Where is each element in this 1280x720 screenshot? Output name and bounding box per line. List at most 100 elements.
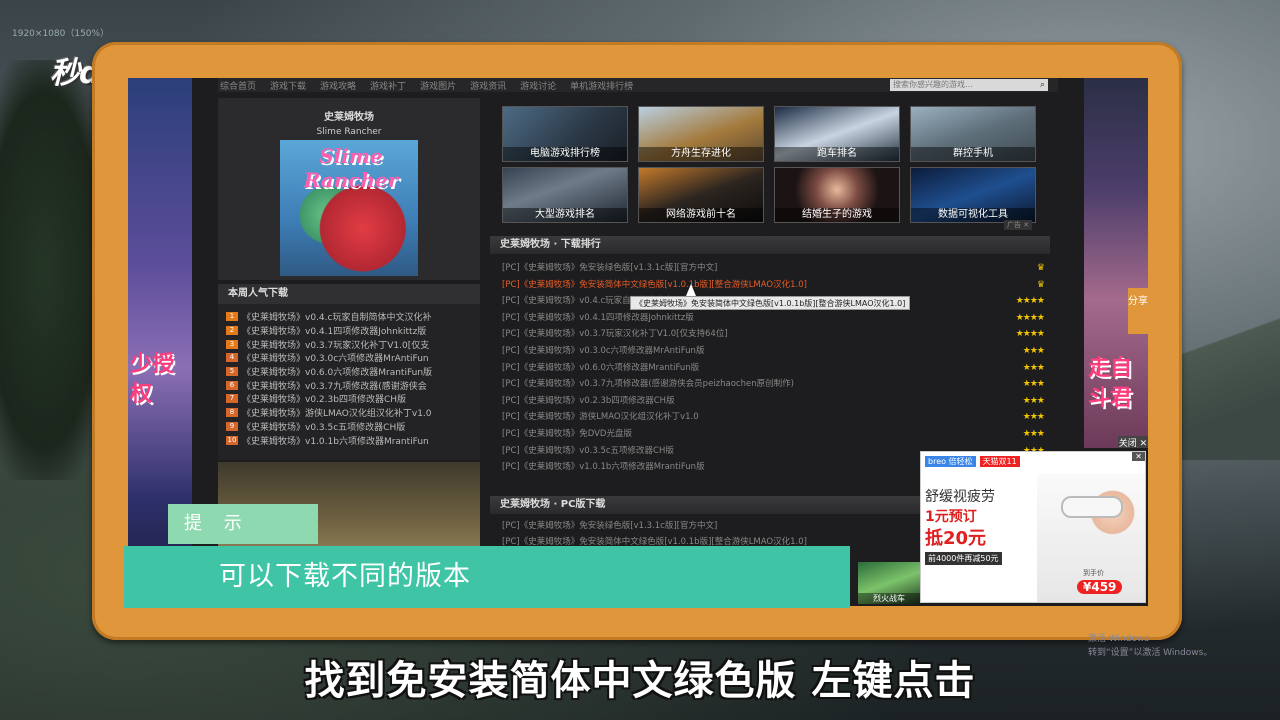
watermark-line-2: 转到“设置”以激活 Windows。 (1088, 648, 1213, 658)
rank-number: 3 (226, 339, 238, 349)
download-link-selected[interactable]: [PC]《史莱姆牧场》免安装简体中文绿色版[v1.0.1b版][整合游侠LMAO… (502, 277, 1050, 294)
list-item[interactable]: 7 《史莱姆牧场》v0.2.3b四项修改器CH版 (226, 392, 472, 406)
nav-item-ranking[interactable]: 单机游戏排行榜 (570, 79, 633, 92)
ad-line-3: 前4000件再减50元 (925, 552, 1002, 565)
download-link[interactable]: [PC]《史莱姆牧场》v0.4.1四项修改器Johnkittz版 ★★★★ (502, 310, 1050, 327)
rank-number: 8 (226, 408, 238, 418)
thumb-label: 结婚生子的游戏 (775, 208, 899, 222)
thumb-label: 群控手机 (911, 147, 1035, 161)
download-ranking-panel: 史莱姆牧场 · 下载排行 [PC]《史莱姆牧场》免安装绿色版[v1.3.1c版]… (490, 236, 1050, 480)
rank-number: 1 (226, 312, 238, 322)
ad-line-1: 1元预订 (925, 509, 977, 525)
eye-massager-image (1061, 496, 1123, 518)
ad-line-2: 抵20元 (925, 528, 987, 549)
mouse-cursor-icon (686, 284, 696, 296)
nav-item-images[interactable]: 游戏图片 (420, 79, 456, 92)
star-rating: ★★★★ (1015, 329, 1045, 340)
ad-close-icon[interactable]: ✕ (1132, 452, 1145, 461)
game-title-cn: 史莱姆牧场 (324, 112, 374, 123)
list-item[interactable]: 8 《史莱姆牧场》游侠LMAO汉化组汉化补丁v1.0 (226, 406, 472, 420)
thumb-label: 大型游戏排名 (503, 208, 627, 222)
thumb-label: 网络游戏前十名 (639, 208, 763, 222)
game-title-en: Slime Rancher (316, 127, 382, 137)
watermark-line-1: 激活 Windows (1088, 634, 1150, 644)
rank-number: 2 (226, 326, 238, 336)
search-icon[interactable]: ⌕ (1040, 79, 1045, 91)
list-item[interactable]: 6 《史莱姆牧场》v0.3.7九项修改器(感谢游侠会 (226, 378, 472, 392)
rank-number: 6 (226, 380, 238, 390)
star-rating: ★★★ (1022, 379, 1045, 390)
ad-headline: 舒缓视疲劳 (925, 489, 995, 505)
list-item[interactable]: 10 《史莱姆牧场》v1.0.1b六项修改器MrantiFun (226, 433, 472, 447)
windows-activation-watermark: 激活 Windows 转到“设置”以激活 Windows。 (1088, 632, 1212, 660)
nav-item-home[interactable]: 综合首页 (220, 79, 256, 92)
star-rating: ★★★★ (1015, 296, 1045, 307)
list-item[interactable]: 3 《史莱姆牧场》v0.3.7玩家汉化补丁V1.0[仅支 (226, 337, 472, 351)
thumb-card[interactable]: 电脑游戏排行榜 (502, 106, 628, 162)
download-link[interactable]: [PC]《史莱姆牧场》v0.3.0c六项修改器MrAntiFun版 ★★★ (502, 343, 1050, 360)
right-side-ad-text: 走自斗君 (1088, 356, 1133, 411)
thumb-card[interactable]: 结婚生子的游戏 (774, 167, 900, 223)
download-link[interactable]: [PC]《史莱姆牧场》v0.3.7九项修改器(感谢游侠会员peizhaochen… (502, 376, 1050, 393)
thumb-card[interactable]: 方舟生存进化 (638, 106, 764, 162)
thumb-card[interactable]: 大型游戏排名 (502, 167, 628, 223)
star-rating: ★★★ (1022, 412, 1045, 423)
thumb-card[interactable]: 网络游戏前十名 (638, 167, 764, 223)
right-side-ad[interactable]: 分享 走自斗君 关闭 ✕ (1084, 78, 1148, 449)
nav-item-discuss[interactable]: 游戏讨论 (520, 79, 556, 92)
download-link[interactable]: [PC]《史莱姆牧场》v0.6.0六项修改器MrantiFun版 ★★★ (502, 360, 1050, 377)
nav-item-download[interactable]: 游戏下载 (270, 79, 306, 92)
search-placeholder: 搜索你感兴趣的游戏… (893, 80, 973, 89)
star-rating: ★★★ (1022, 395, 1045, 406)
nav-item-patches[interactable]: 游戏补丁 (370, 79, 406, 92)
ad-tag[interactable]: 广告 ✕ (1004, 220, 1033, 230)
list-item[interactable]: 5 《史莱姆牧场》v0.6.0六项修改器MrantiFun版 (226, 365, 472, 379)
download-link[interactable]: [PC]《史莱姆牧场》游侠LMAO汉化组汉化补丁v1.0 ★★★ (502, 409, 1050, 426)
ad-price: ¥459 (1077, 580, 1123, 594)
star-rating: ★★★★ (1015, 312, 1045, 323)
rank-number: 7 (226, 394, 238, 404)
game-cover-image[interactable]: Slime Rancher (280, 140, 418, 276)
ad-brand-row: breo 倍轻松 天猫双11 (921, 452, 1145, 471)
star-rating: ★★★ (1022, 345, 1045, 356)
ad-brand-logo: breo 倍轻松 (925, 456, 976, 467)
rank-number: 9 (226, 421, 238, 431)
hint-label: 提 示 (168, 504, 318, 544)
weekly-popular-panel: 本周人气下载 1 《史莱姆牧场》v0.4.c玩家自制简体中文汉化补 2 《史莱姆牧场… (218, 284, 480, 460)
ad-price-label: 到手价 (1083, 569, 1104, 577)
download-link[interactable]: [PC]《史莱姆牧场》v0.3.7玩家汉化补丁V1.0[仅支持64位] ★★★★ (502, 326, 1050, 343)
star-rating: ★★★ (1022, 362, 1045, 373)
search-input[interactable]: 搜索你感兴趣的游戏… ⌕ (890, 79, 1048, 91)
weekly-title: 本周人气下载 (218, 284, 480, 304)
link-tooltip: 《史莱姆牧场》免安装简体中文绿色版[v1.0.1b版][整合游侠LMAO汉化1.… (630, 296, 911, 310)
download-link[interactable]: [PC]《史莱姆牧场》v0.2.3b四项修改器CH版 ★★★ (502, 393, 1050, 410)
crown-icon: ♛ (1036, 279, 1045, 290)
thumb-card[interactable]: 群控手机 (910, 106, 1036, 162)
resolution-info: 1920×1080（150%） (12, 29, 110, 39)
nav-item-guides[interactable]: 游戏攻略 (320, 79, 356, 92)
share-button[interactable]: 分享 (1128, 288, 1148, 334)
mini-thumb-label: 烈火战车 (858, 593, 920, 604)
game-info-box: 史莱姆牧场 Slime Rancher Slime Rancher (218, 98, 480, 280)
rank-number: 10 (226, 435, 238, 445)
ranking-title: 史莱姆牧场 · 下载排行 (490, 236, 1050, 254)
download-link[interactable]: [PC]《史莱姆牧场》免安装绿色版[v1.3.1c版][官方中文] ♛ (502, 260, 1050, 277)
eye-massager-ad[interactable]: breo 倍轻松 天猫双11 舒缓视疲劳 1元预订 抵20元 前4000件再减5… (920, 451, 1146, 603)
list-item[interactable]: 2 《史莱姆牧场》v0.4.1四项修改器Johnkittz版 (226, 324, 472, 338)
list-item[interactable]: 1 《史莱姆牧场》v0.4.c玩家自制简体中文汉化补 (226, 310, 472, 324)
thumb-card[interactable]: 跑车排名 (774, 106, 900, 162)
thumb-label: 电脑游戏排行榜 (503, 147, 627, 161)
list-item[interactable]: 4 《史莱姆牧场》v0.3.0c六项修改器MrAntiFun (226, 351, 472, 365)
download-link[interactable]: [PC]《史莱姆牧场》免DVD光盘版 ★★★ (502, 426, 1050, 443)
nav-item-news[interactable]: 游戏资讯 (470, 79, 506, 92)
star-rating: ★★★ (1022, 428, 1045, 439)
list-item[interactable]: 9 《史莱姆牧场》v0.3.5c五项修改器CH版 (226, 420, 472, 434)
mini-thumb[interactable]: 烈火战车 (858, 562, 920, 604)
rank-number: 5 (226, 367, 238, 377)
hint-text: 可以下载不同的版本 (124, 546, 850, 608)
thumb-card[interactable]: 数据可视化工具 (910, 167, 1036, 223)
thumb-label: 跑车排名 (775, 147, 899, 161)
right-ad-close-button[interactable]: 关闭 ✕ (1118, 436, 1148, 449)
recommend-thumbs: 电脑游戏排行榜 方舟生存进化 跑车排名 群控手机 大型游戏排名 网络游戏前十名 … (502, 106, 1038, 224)
ad-event-badge: 天猫双11 (979, 456, 1020, 467)
